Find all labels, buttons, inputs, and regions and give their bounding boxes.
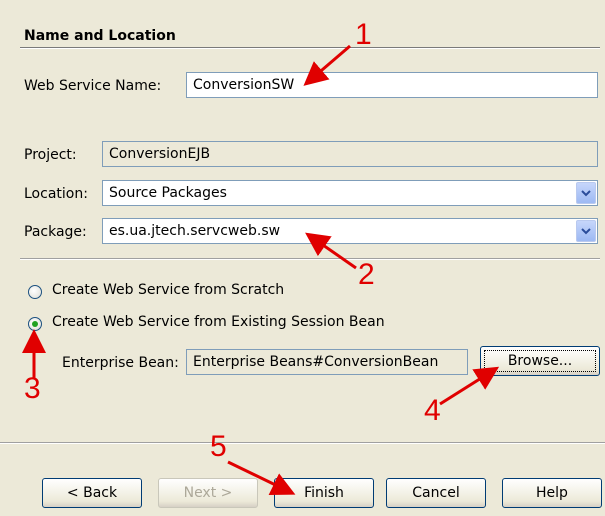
package-dropdown-button[interactable] <box>576 220 596 242</box>
chevron-down-icon <box>581 190 591 197</box>
button-bar-divider <box>0 442 605 444</box>
next-button[interactable]: Next > <box>158 478 258 508</box>
project-label: Project: <box>24 147 77 163</box>
enterprise-bean-label: Enterprise Bean: <box>62 355 179 371</box>
section-title: Name and Location <box>24 28 176 44</box>
annotation-2: 2 <box>358 258 375 291</box>
package-combobox[interactable]: es.ua.jtech.servcweb.sw <box>102 218 598 244</box>
radio-from-session-bean[interactable] <box>28 317 42 331</box>
annotation-4: 4 <box>424 394 441 427</box>
finish-button[interactable]: Finish <box>274 478 374 508</box>
chevron-down-icon <box>581 228 591 235</box>
annotation-3: 3 <box>24 372 41 405</box>
location-value: Source Packages <box>109 185 227 201</box>
location-label: Location: <box>24 186 88 202</box>
web-service-name-field[interactable]: ConversionSW <box>186 72 598 98</box>
web-service-name-label: Web Service Name: <box>24 78 162 94</box>
location-combobox[interactable]: Source Packages <box>102 180 598 206</box>
wizard-panel: Name and Location Web Service Name: Conv… <box>0 0 605 516</box>
help-button[interactable]: Help <box>502 478 602 508</box>
annotation-5: 5 <box>210 430 227 463</box>
radio-selected-dot <box>32 321 38 327</box>
cancel-button[interactable]: Cancel <box>386 478 486 508</box>
radio-from-scratch[interactable] <box>28 285 42 299</box>
location-dropdown-button[interactable] <box>576 182 596 204</box>
browse-button[interactable]: Browse... <box>480 346 600 376</box>
separator <box>20 258 600 260</box>
project-field: ConversionEJB <box>102 141 598 167</box>
back-button[interactable]: < Back <box>42 478 142 508</box>
enterprise-bean-field: Enterprise Beans#ConversionBean <box>186 349 468 375</box>
annotation-1: 1 <box>355 18 372 51</box>
from-scratch-label[interactable]: Create Web Service from Scratch <box>52 282 284 298</box>
package-value: es.ua.jtech.servcweb.sw <box>109 223 281 239</box>
package-label: Package: <box>24 224 87 240</box>
from-session-bean-label[interactable]: Create Web Service from Existing Session… <box>52 314 385 330</box>
section-divider <box>20 47 600 49</box>
